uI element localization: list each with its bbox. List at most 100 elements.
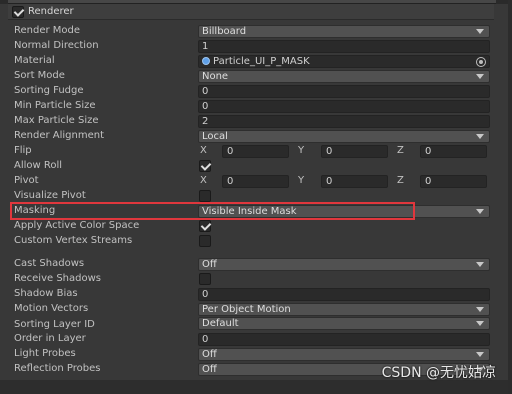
receive-shadows-checkbox[interactable] bbox=[199, 273, 211, 285]
render-alignment-row: Render Alignment Local bbox=[0, 129, 512, 143]
pivot-label: Pivot bbox=[14, 175, 39, 186]
order-in-layer-row: Order in Layer 0 bbox=[0, 332, 512, 346]
renderer-module-title: Renderer bbox=[28, 6, 74, 17]
chevron-down-icon bbox=[476, 134, 484, 139]
render-alignment-dropdown[interactable]: Local bbox=[198, 130, 490, 143]
custom-vertex-streams-row: Custom Vertex Streams bbox=[0, 234, 512, 248]
chevron-down-icon bbox=[476, 321, 484, 326]
custom-vertex-streams-label: Custom Vertex Streams bbox=[14, 235, 133, 246]
scrollbar[interactable] bbox=[508, 0, 512, 394]
render-mode-value: Billboard bbox=[202, 26, 247, 37]
chevron-down-icon bbox=[476, 262, 484, 267]
flip-x-label[interactable]: X bbox=[200, 144, 207, 158]
chevron-down-icon bbox=[476, 29, 484, 34]
sorting-layer-id-row: Sorting Layer ID Default bbox=[0, 317, 512, 332]
apply-active-color-space-checkbox[interactable] bbox=[199, 220, 211, 232]
light-probes-row: Light Probes Off bbox=[0, 347, 512, 361]
shadow-bias-field[interactable]: 0 bbox=[198, 288, 490, 301]
pivot-z-field[interactable]: 0 bbox=[420, 175, 487, 188]
cast-shadows-value: Off bbox=[202, 259, 217, 270]
render-alignment-value: Local bbox=[202, 131, 228, 142]
normal-direction-field[interactable]: 1 bbox=[198, 40, 490, 53]
apply-active-color-space-row: Apply Active Color Space bbox=[0, 219, 512, 233]
flip-y-label[interactable]: Y bbox=[298, 144, 304, 158]
flip-y-field[interactable]: 0 bbox=[321, 145, 388, 158]
bottom-bar bbox=[0, 380, 512, 394]
pivot-y-field[interactable]: 0 bbox=[321, 175, 388, 188]
normal-direction-label: Normal Direction bbox=[14, 40, 99, 51]
min-particle-size-label: Min Particle Size bbox=[14, 100, 96, 111]
receive-shadows-label: Receive Shadows bbox=[14, 273, 101, 284]
flip-z-field[interactable]: 0 bbox=[420, 145, 487, 158]
render-mode-row: Render Mode Billboard bbox=[0, 24, 512, 38]
masking-highlight-box bbox=[10, 202, 415, 220]
sorting-fudge-row: Sorting Fudge 0 bbox=[0, 84, 512, 98]
max-particle-size-row: Max Particle Size 2 bbox=[0, 114, 512, 128]
motion-vectors-row: Motion Vectors Per Object Motion bbox=[0, 302, 512, 316]
sorting-fudge-field[interactable]: 0 bbox=[198, 85, 490, 98]
render-mode-label: Render Mode bbox=[14, 25, 81, 36]
max-particle-size-label: Max Particle Size bbox=[14, 115, 99, 126]
render-alignment-label: Render Alignment bbox=[14, 130, 105, 141]
custom-vertex-streams-checkbox[interactable] bbox=[199, 235, 211, 247]
visualize-pivot-row: Visualize Pivot bbox=[0, 189, 512, 203]
cast-shadows-row: Cast Shadows Off bbox=[0, 257, 512, 271]
watermark: CSDN @无忧姑凉 bbox=[381, 365, 496, 381]
pivot-z-label[interactable]: Z bbox=[397, 174, 404, 188]
motion-vectors-dropdown[interactable]: Per Object Motion bbox=[198, 303, 490, 316]
apply-active-color-space-label: Apply Active Color Space bbox=[14, 220, 140, 231]
chevron-down-icon bbox=[476, 209, 484, 214]
render-mode-dropdown[interactable]: Billboard bbox=[198, 25, 490, 38]
pivot-row: Pivot X 0 Y 0 Z 0 bbox=[0, 174, 512, 188]
cast-shadows-label: Cast Shadows bbox=[14, 258, 85, 269]
sort-mode-value: None bbox=[202, 71, 229, 82]
material-value: Particle_UI_P_MASK bbox=[213, 56, 310, 67]
material-object-field[interactable]: Particle_UI_P_MASK bbox=[198, 55, 490, 68]
motion-vectors-value: Per Object Motion bbox=[202, 304, 291, 315]
pivot-x-label[interactable]: X bbox=[200, 174, 207, 188]
material-row: Material Particle_UI_P_MASK bbox=[0, 54, 512, 68]
max-particle-size-field[interactable]: 2 bbox=[198, 115, 490, 128]
pivot-x-field[interactable]: 0 bbox=[222, 175, 289, 188]
shadow-bias-label: Shadow Bias bbox=[14, 288, 78, 299]
min-particle-size-row: Min Particle Size 0 bbox=[0, 99, 512, 113]
renderer-module-header[interactable]: Renderer bbox=[8, 4, 494, 20]
sorting-layer-id-value: Default bbox=[202, 318, 239, 329]
sort-mode-label: Sort Mode bbox=[14, 70, 65, 81]
object-picker-icon[interactable] bbox=[476, 57, 486, 67]
chevron-down-icon bbox=[476, 352, 484, 357]
sorting-layer-id-label: Sorting Layer ID bbox=[14, 319, 95, 330]
visualize-pivot-checkbox[interactable] bbox=[199, 190, 211, 202]
renderer-enabled-checkbox[interactable] bbox=[12, 5, 24, 18]
reflection-probes-value: Off bbox=[202, 364, 217, 375]
sorting-layer-id-dropdown[interactable]: Default bbox=[198, 317, 490, 330]
order-in-layer-label: Order in Layer bbox=[14, 333, 86, 344]
material-icon bbox=[202, 57, 210, 65]
motion-vectors-label: Motion Vectors bbox=[14, 303, 89, 314]
pivot-y-label[interactable]: Y bbox=[298, 174, 304, 188]
chevron-down-icon bbox=[476, 74, 484, 79]
normal-direction-row: Normal Direction 1 bbox=[0, 39, 512, 53]
sort-mode-dropdown[interactable]: None bbox=[198, 70, 490, 83]
visualize-pivot-label: Visualize Pivot bbox=[14, 190, 86, 201]
receive-shadows-row: Receive Shadows bbox=[0, 272, 512, 286]
material-label: Material bbox=[14, 55, 55, 66]
flip-label: Flip bbox=[14, 145, 32, 156]
shadow-bias-row: Shadow Bias 0 bbox=[0, 287, 512, 301]
light-probes-label: Light Probes bbox=[14, 348, 76, 359]
allow-roll-label: Allow Roll bbox=[14, 160, 63, 171]
flip-row: Flip X 0 Y 0 Z 0 bbox=[0, 144, 512, 158]
allow-roll-checkbox[interactable] bbox=[199, 160, 211, 172]
flip-x-field[interactable]: 0 bbox=[222, 145, 289, 158]
order-in-layer-field[interactable]: 0 bbox=[198, 333, 490, 346]
light-probes-dropdown[interactable]: Off bbox=[198, 348, 490, 361]
chevron-down-icon bbox=[476, 307, 484, 312]
reflection-probes-label: Reflection Probes bbox=[14, 363, 101, 374]
flip-z-label[interactable]: Z bbox=[397, 144, 404, 158]
cast-shadows-dropdown[interactable]: Off bbox=[198, 258, 490, 271]
sort-mode-row: Sort Mode None bbox=[0, 69, 512, 83]
allow-roll-row: Allow Roll bbox=[0, 159, 512, 173]
light-probes-value: Off bbox=[202, 349, 217, 360]
sorting-fudge-label: Sorting Fudge bbox=[14, 85, 84, 96]
min-particle-size-field[interactable]: 0 bbox=[198, 100, 490, 113]
